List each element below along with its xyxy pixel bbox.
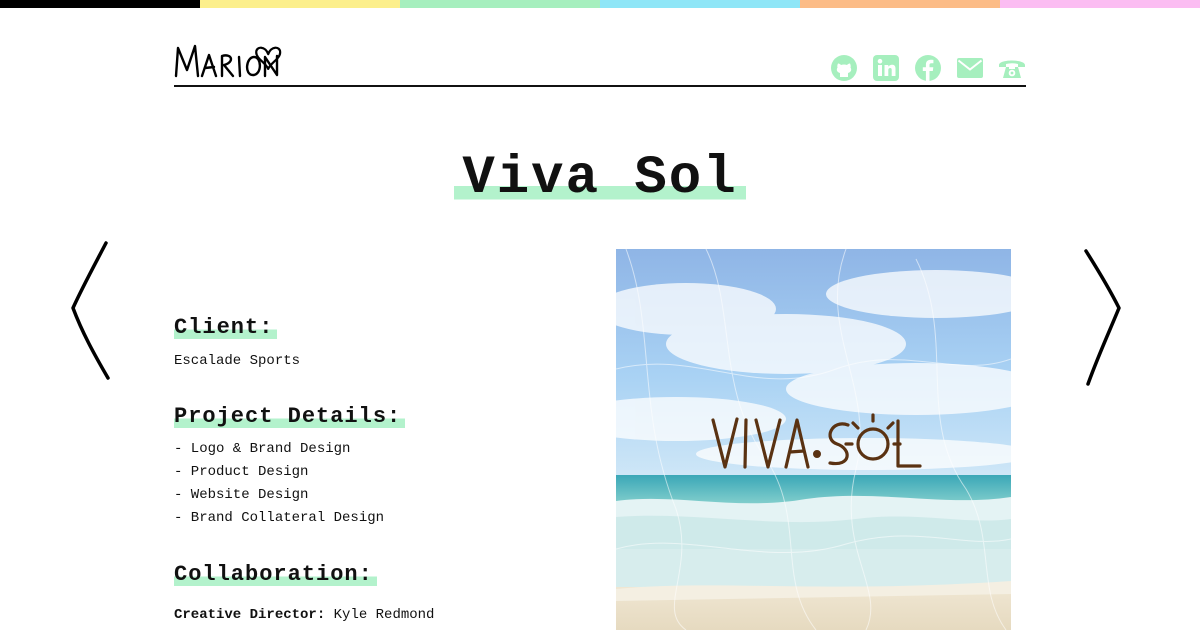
- site-header: [174, 36, 1026, 87]
- previous-arrow-icon: [71, 241, 110, 380]
- phone-link[interactable]: [998, 54, 1026, 82]
- credit-name: Kyle Redmond: [333, 607, 435, 623]
- color-stripe-bar: [0, 0, 1200, 8]
- credit-line: Creative Director: Kyle Redmond: [174, 604, 434, 627]
- github-icon: [831, 55, 857, 81]
- client-heading: Client:: [174, 315, 278, 341]
- facebook-icon: [915, 55, 941, 81]
- stripe-pink: [1000, 0, 1200, 8]
- next-arrow-icon: [1084, 249, 1121, 386]
- stripe-green: [400, 0, 600, 8]
- list-item: - Logo & Brand Design: [174, 441, 351, 457]
- list-item: - Product Design: [174, 464, 309, 480]
- linkedin-icon: [873, 55, 899, 81]
- mail-icon: [957, 58, 983, 78]
- github-link[interactable]: [830, 54, 858, 82]
- title-wrapper: Viva Sol: [0, 150, 1200, 208]
- social-links: [830, 54, 1026, 82]
- stripe-black: [0, 0, 200, 8]
- credit-role: Creative Director:: [174, 607, 326, 623]
- previous-project-button[interactable]: [68, 240, 114, 382]
- collaboration-heading: Collaboration:: [174, 562, 377, 588]
- list-item: - Brand Collateral Design: [174, 510, 385, 526]
- stripe-yellow: [200, 0, 400, 8]
- project-details-heading: Project Details:: [174, 404, 406, 430]
- stripe-orange: [800, 0, 1000, 8]
- next-project-button[interactable]: [1080, 248, 1124, 388]
- email-link[interactable]: [956, 54, 984, 82]
- client-name: Escalade Sports: [174, 353, 301, 369]
- project-image: [616, 249, 1011, 630]
- site-logo[interactable]: [174, 40, 290, 80]
- list-item: - Website Design: [174, 487, 309, 503]
- project-title: Viva Sol: [454, 150, 746, 208]
- facebook-link[interactable]: [914, 54, 942, 82]
- stripe-blue: [600, 0, 800, 8]
- beach-photo: [616, 249, 1011, 630]
- project-details-list: - Logo & Brand Design - Product Design -…: [174, 438, 384, 530]
- phone-icon: [999, 60, 1025, 78]
- linkedin-link[interactable]: [872, 54, 900, 82]
